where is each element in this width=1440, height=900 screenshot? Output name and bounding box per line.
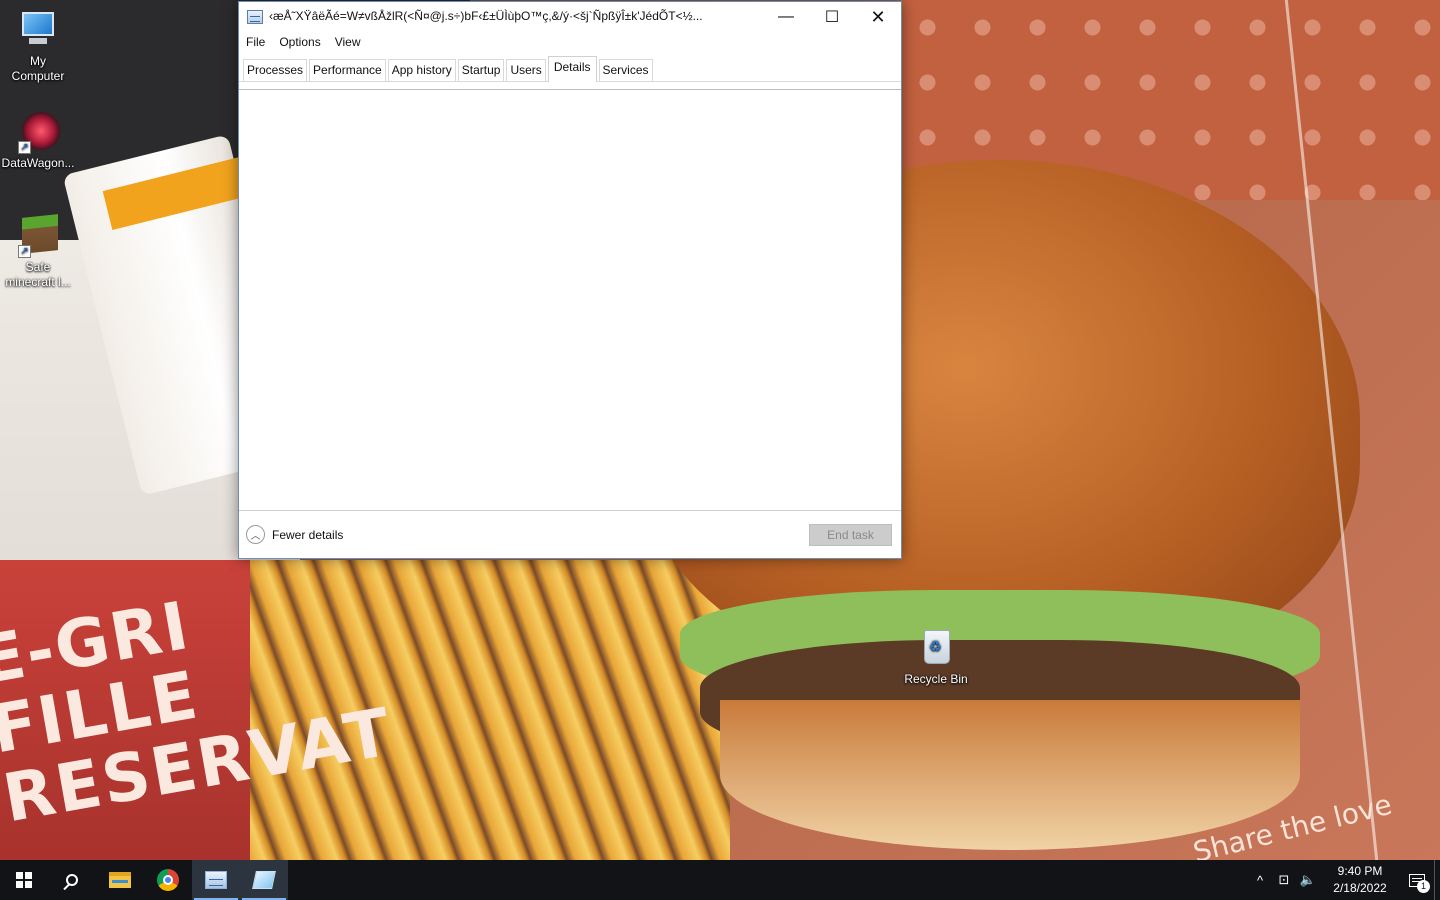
maximize-button[interactable]: ☐ [809,2,855,32]
desktop-icon-label: Computer [11,69,65,83]
desktop-icon-label: My [30,54,46,68]
tab-services[interactable]: Services [598,59,653,81]
start-icon [16,872,32,888]
chevron-up-icon[interactable]: ^ [1248,860,1272,900]
desktop-icon-label: Recycle Bin [904,672,968,686]
app-icon [252,871,276,889]
window-title: ‹æÅ˜XŸâëÃé=W≠vßÅžlR(<Ñ¤@j.s÷)bF‹£±ÜÌù… [269,9,703,23]
show-desktop-button[interactable] [1434,860,1440,900]
clock-date: 2/18/2022 [1333,881,1387,895]
menu-bar: File Options View [239,32,901,52]
computer-icon [16,8,60,52]
system-tray: ^ ⊡ 🔈 9:40 PM 2/18/2022 1 [1248,860,1440,900]
taskbar-chrome[interactable] [144,860,192,900]
task-manager-window[interactable]: ‹æÅ˜XŸâëÃé=W≠vßÅžlR(<Ñ¤@j.s÷)bF‹£±ÜÌù… [238,1,902,559]
recycle-bin-icon: ♻ [914,626,958,670]
tab-performance[interactable]: Performance [309,59,386,81]
tab-app-history[interactable]: App history [387,59,456,81]
desktop-icon-safe-minecraft[interactable]: ↗ Safe minecraft l... [0,214,76,290]
tab-users[interactable]: Users [506,59,546,81]
details-panel[interactable] [239,89,901,511]
menu-file[interactable]: File [239,32,272,52]
notification-center-button[interactable]: 1 [1400,860,1434,900]
desktop-icon-my-computer[interactable]: My Computer [0,8,76,84]
close-button[interactable]: ✕ [855,2,901,32]
menu-options[interactable]: Options [272,32,327,52]
search-button[interactable] [48,860,96,900]
network-icon[interactable]: ⊡ [1272,860,1296,900]
chevron-up-icon[interactable]: ︿ [246,525,265,544]
minecraft-icon: ↗ [16,214,60,258]
taskbar-app[interactable] [240,860,288,900]
task-manager-icon [247,10,263,24]
tab-startup[interactable]: Startup [457,59,505,81]
minimize-button[interactable]: — [763,2,809,32]
start-button[interactable] [0,860,48,900]
desktop-icon-label: minecraft l... [5,275,71,289]
fewer-details-link[interactable]: Fewer details [272,528,343,542]
taskbar-task-manager[interactable] [192,860,240,900]
taskbar-file-explorer[interactable] [96,860,144,900]
end-task-button[interactable]: End task [809,524,892,546]
desktop-icon-datawagon[interactable]: ↗ DataWagon... [0,110,76,171]
desktop-icon-recycle-bin[interactable]: ♻ Recycle Bin [898,626,974,687]
shortcut-arrow-icon: ↗ [18,245,31,258]
chrome-icon [157,869,179,891]
menu-view[interactable]: View [328,32,368,52]
wallpaper-burger-bottom-bun [720,700,1300,850]
clock-time: 9:40 PM [1337,864,1383,878]
taskbar: ^ ⊡ 🔈 9:40 PM 2/18/2022 1 [0,860,1440,900]
clock[interactable]: 9:40 PM 2/18/2022 [1320,863,1400,897]
volume-icon[interactable]: 🔈 [1296,860,1320,900]
desktop-icon-label: DataWagon... [1,156,75,170]
shortcut-arrow-icon: ↗ [18,141,31,154]
window-footer: ︿ Fewer details End task [239,510,901,558]
title-bar[interactable]: ‹æÅ˜XŸâëÃé=W≠vßÅžlR(<Ñ¤@j.s÷)bF‹£±ÜÌù… [239,2,901,32]
search-icon [66,874,78,886]
notification-badge: 1 [1417,880,1430,893]
tab-details[interactable]: Details [547,56,597,82]
desktop-icon-label: Safe [25,260,51,274]
tab-bar: Processes Performance App history Startu… [239,56,901,82]
datawagon-icon: ↗ [16,110,60,154]
file-explorer-icon [109,872,131,888]
tab-processes[interactable]: Processes [243,59,308,81]
task-manager-icon [205,871,227,889]
